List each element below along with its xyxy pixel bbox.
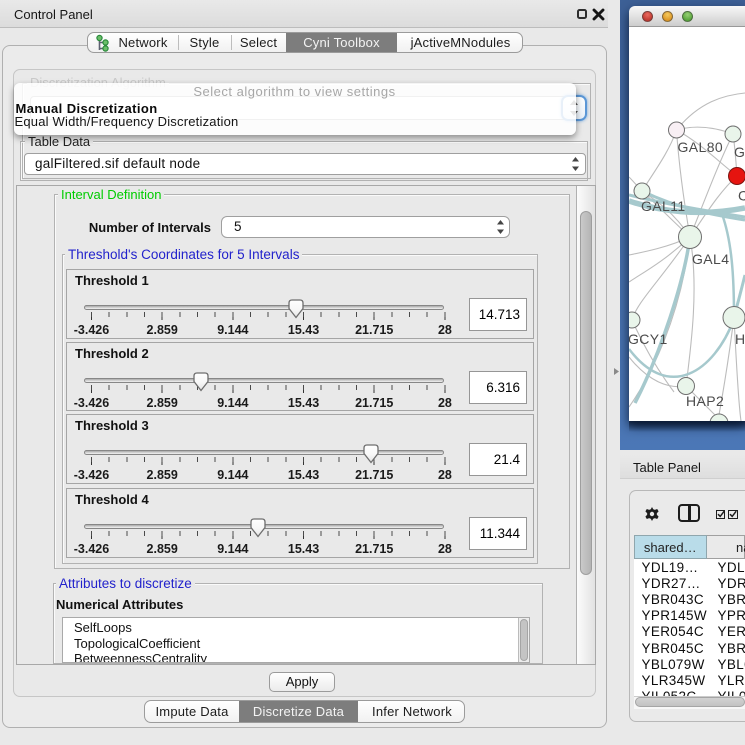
svg-text:C: C bbox=[738, 188, 745, 204]
svg-text:GCY1: GCY1 bbox=[629, 331, 668, 347]
svg-text:HAP2: HAP2 bbox=[686, 393, 724, 409]
svg-text:GAL11: GAL11 bbox=[641, 198, 686, 214]
svg-text:GAL: GAL bbox=[734, 144, 745, 160]
svg-text:H: H bbox=[735, 331, 745, 347]
svg-text:GAL4: GAL4 bbox=[692, 251, 729, 267]
svg-text:GAL80: GAL80 bbox=[678, 139, 724, 155]
